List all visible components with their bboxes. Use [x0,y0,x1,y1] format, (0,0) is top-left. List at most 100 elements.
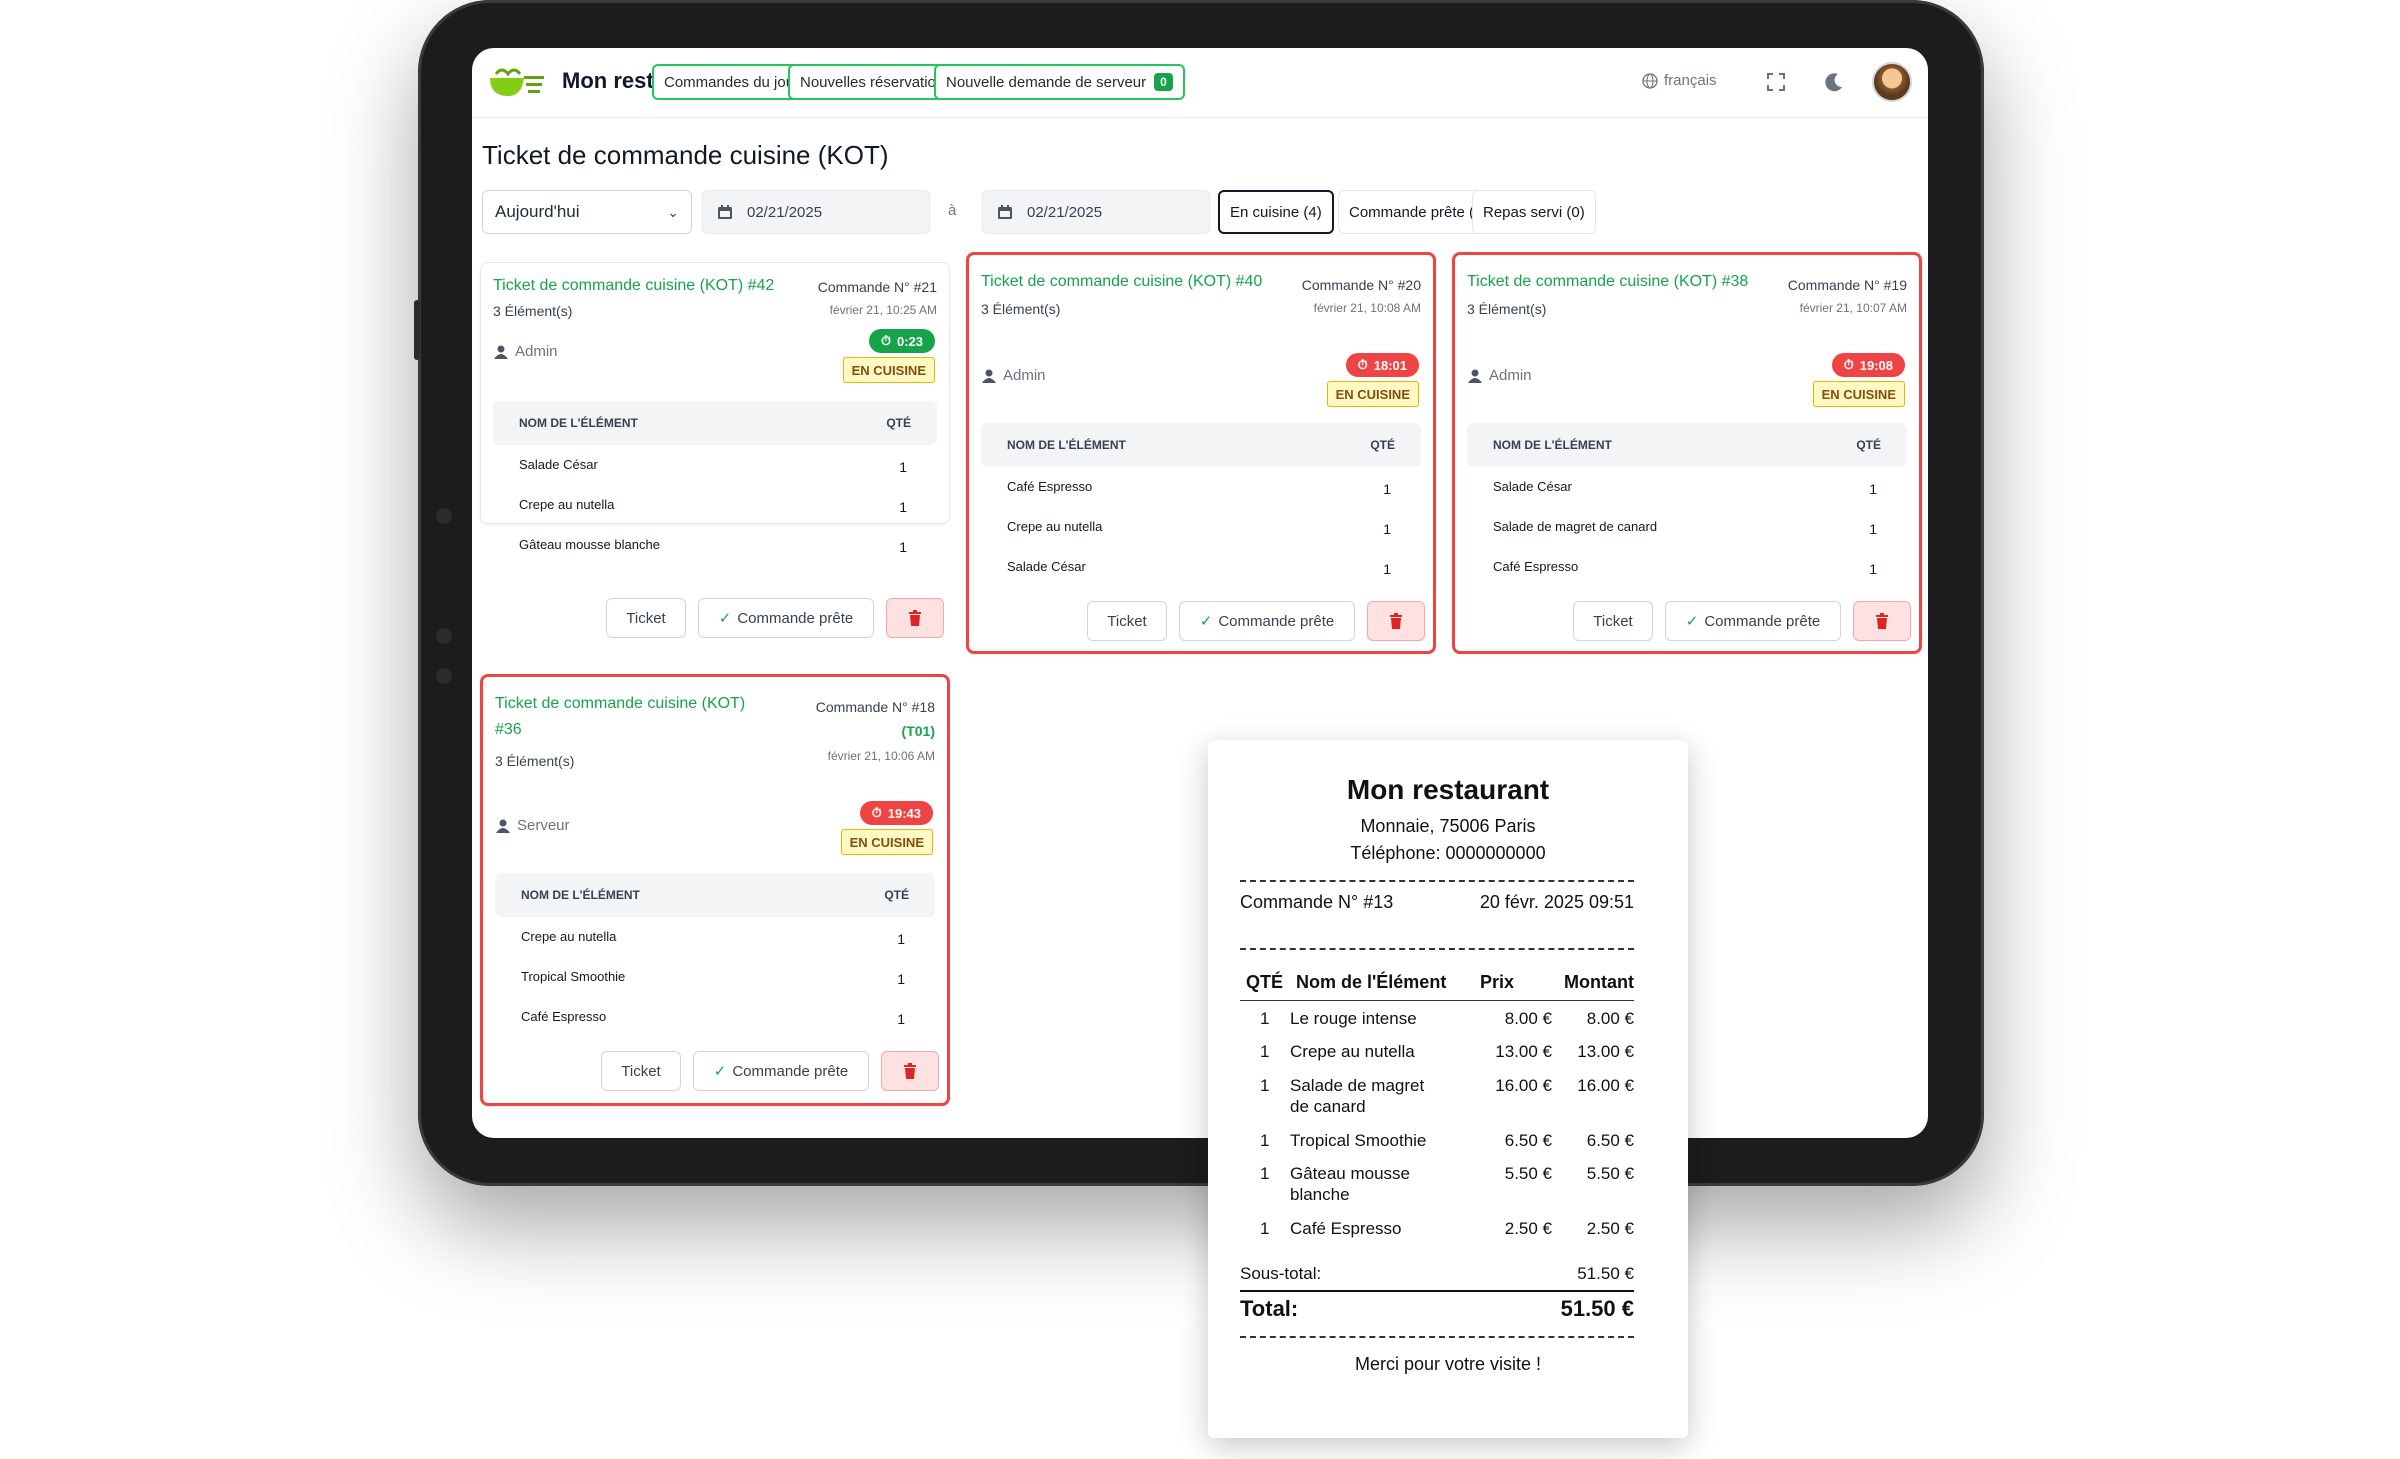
kot-timer: ⏱ 19:43 [859,801,933,825]
item-qty: 1 [1383,561,1391,577]
table-row: Crepe au nutella 1 [495,919,935,959]
chevron-down-icon: ⌄ [667,203,679,220]
receipt-line-name: Salade de magret de canard [1290,1076,1425,1116]
calendar-icon [998,205,1012,219]
kot-user-name: Serveur [517,817,570,834]
kot-user-name: Admin [1489,367,1532,384]
user-icon [1468,369,1482,383]
check-circle-icon: ✓ [1199,613,1213,630]
receipt-address: Monnaie, 75006 Paris [1360,816,1536,836]
receipt: Mon restaurant Monnaie, 75006 Paris Télé… [1208,740,1688,1438]
ticket-button[interactable]: Ticket [601,1051,681,1091]
order-date: février 21, 10:06 AM [827,749,935,763]
divider [1240,948,1634,950]
avatar[interactable] [1872,62,1912,102]
table-row: Salade César 1 [493,447,937,487]
tablet-side-button [414,300,420,360]
kot-user-name: Admin [1003,367,1046,384]
receipt-col-price: Prix [1480,972,1515,992]
receipt-subtotal: 51.50 € [1577,1264,1634,1283]
kot-title: Ticket de commande cuisine (KOT) #38 [1467,273,1749,290]
item-name: Café Espresso [1493,559,1579,574]
item-qty: 1 [897,971,905,987]
user-icon [982,369,996,383]
kot-user-name: Admin [515,343,558,360]
receipt-line-amount: 5.50 € [1586,1164,1634,1183]
delete-button[interactable] [1367,601,1425,641]
order-ready-button[interactable]: ✓ Commande prête [698,598,874,638]
status-badge: EN CUISINE [1326,381,1419,407]
tab-in-kitchen[interactable]: En cuisine (4) [1218,190,1334,234]
order-number: Commande N° #19 [1787,277,1907,293]
item-qty: 1 [899,539,907,555]
tab-meal-served[interactable]: Repas servi (0) [1472,190,1596,234]
item-qty: 1 [1383,481,1391,497]
delete-button[interactable] [1853,601,1911,641]
period-select[interactable]: Aujourd'hui ⌄ [482,190,692,234]
order-ready-button[interactable]: ✓ Commande prête [1665,601,1841,641]
divider [1240,880,1634,882]
fullscreen-icon[interactable] [1762,68,1790,96]
date-from-input[interactable]: 02/21/2025 [702,190,930,234]
item-qty: 1 [1869,521,1877,537]
user-icon [496,819,510,833]
item-name: Salade de magret de canard [1493,519,1658,534]
receipt-restaurant: Mon restaurant [1346,774,1550,805]
ticket-button[interactable]: Ticket [1087,601,1167,641]
receipt-line-price: 5.50 € [1504,1164,1552,1183]
item-name: Crepe au nutella [519,497,615,512]
moon-icon[interactable] [1820,68,1848,96]
order-date: février 21, 10:25 AM [829,303,937,317]
delete-button[interactable] [886,598,944,638]
item-qty: 1 [897,1011,905,1027]
table-row: Café Espresso 1 [1467,549,1907,589]
receipt-line-price: 2.50 € [1504,1219,1552,1238]
receipt-order: Commande N° #13 [1240,892,1394,912]
items-table-header: NOM DE L'ÉLÉMENT QTÉ [495,873,935,917]
receipt-line-qty: 1 [1260,1131,1270,1150]
status-badge: EN CUISINE [842,357,935,383]
kot-title: Ticket de commande cuisine (KOT) #40 [981,273,1263,290]
item-qty: 1 [1869,481,1877,497]
language-selector[interactable]: français [1642,72,1717,89]
delete-button[interactable] [881,1051,939,1091]
kot-card: Ticket de commande cuisine (KOT) #40 Com… [966,252,1436,654]
trash-icon [909,610,921,626]
item-name: Café Espresso [1007,479,1093,494]
receipt-line-qty: 1 [1260,1219,1270,1238]
kot-user: Admin [493,343,558,360]
kot-timer-value: 19:08 [1859,357,1893,373]
table-row: Salade de magret de canard 1 [1467,509,1907,549]
order-date: février 21, 10:07 AM [1799,301,1907,315]
order-ready-label: Commande prête [737,609,854,627]
tablet-sensor [436,668,452,684]
language-label: français [1664,72,1717,89]
col-item-name: NOM DE L'ÉLÉMENT [1007,438,1126,452]
receipt-line-name: Tropical Smoothie [1290,1131,1427,1150]
date-to-input[interactable]: 02/21/2025 [982,190,1210,234]
col-item-name: NOM DE L'ÉLÉMENT [519,416,638,430]
kot-timer: ⏱ 0:23 [868,329,935,353]
today-orders-label: Commandes du jour [664,73,800,91]
col-qty: QTÉ [1370,438,1395,452]
kot-card: Ticket de commande cuisine (KOT) #36 Com… [480,674,950,1106]
order-ready-button[interactable]: ✓ Commande prête [693,1051,869,1091]
receipt-line-name: Crepe au nutella [1290,1042,1415,1061]
trash-icon [1390,613,1402,629]
table-row: Salade César 1 [981,549,1421,589]
receipt-thanks: Merci pour votre visite ! [1354,1354,1542,1374]
receipt-col-amount: Montant [1564,972,1634,992]
status-badge: EN CUISINE [1812,381,1905,407]
ticket-button[interactable]: Ticket [1573,601,1653,641]
order-ready-button[interactable]: ✓ Commande prête [1179,601,1355,641]
app-screen: Mon restau... » Commandes du jour 4 Nouv… [472,48,1928,1138]
items-table-header: NOM DE L'ÉLÉMENT QTÉ [981,423,1421,467]
receipt-line-price: 6.50 € [1504,1131,1552,1150]
receipt-line-amount: 6.50 € [1586,1131,1634,1150]
waiter-request-button[interactable]: Nouvelle demande de serveur 0 [934,64,1185,100]
period-value: Aujourd'hui [495,202,580,221]
item-qty: 1 [899,499,907,515]
ticket-button[interactable]: Ticket [606,598,686,638]
receipt-line-amount: 13.00 € [1577,1042,1634,1061]
order-ready-label: Commande prête [732,1062,849,1080]
